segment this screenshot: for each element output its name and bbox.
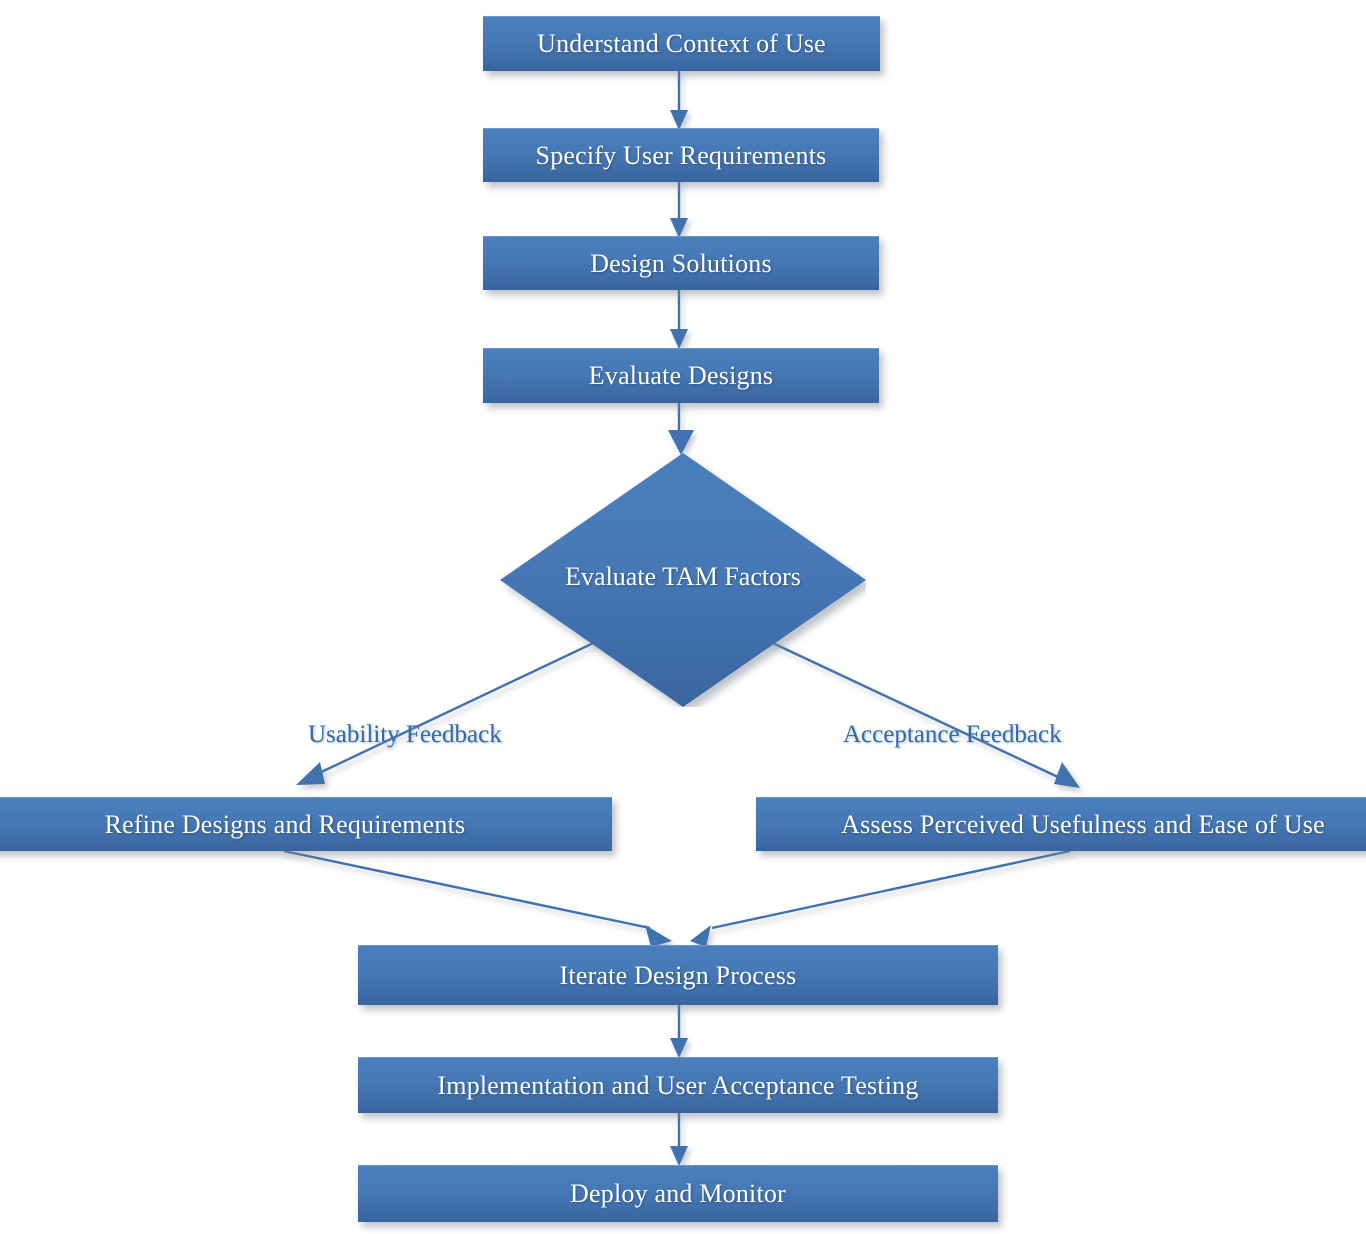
node-label: Iterate Design Process [559,960,797,990]
node-refine-designs-and-requirements[interactable]: Refine Designs and Requirements [0,797,612,851]
node-understand-context-of-use[interactable]: Understand Context of Use [483,16,880,71]
node-label: Assess Perceived Usefulness and Ease of … [841,809,1325,839]
node-label: Implementation and User Acceptance Testi… [437,1070,919,1100]
connector-iterate-to-implementation [670,1005,688,1058]
node-label: Design Solutions [590,248,772,278]
connector-understand-to-specify [670,70,688,130]
node-label: Evaluate TAM Factors [565,562,801,591]
flowchart-canvas: Understand Context of Use Specify User R… [0,0,1366,1234]
connector-design-to-evaluate [670,289,688,349]
connector-refine-to-iterate [283,849,672,947]
node-label: Specify User Requirements [535,140,827,170]
connector-implementation-to-deploy [670,1113,688,1166]
node-assess-perceived-usefulness-and-ease-of-use[interactable]: Assess Perceived Usefulness and Ease of … [756,797,1366,851]
node-deploy-and-monitor[interactable]: Deploy and Monitor [358,1165,998,1222]
node-label: Understand Context of Use [537,29,826,58]
connector-specify-to-design [670,181,688,238]
edge-label-text: Usability Feedback [308,721,502,748]
node-iterate-design-process[interactable]: Iterate Design Process [358,945,998,1005]
node-design-solutions[interactable]: Design Solutions [483,236,879,290]
connector-evaluate-to-tam [668,402,694,455]
node-implementation-and-user-acceptance-testing[interactable]: Implementation and User Acceptance Testi… [358,1057,998,1113]
node-label: Deploy and Monitor [570,1179,786,1208]
node-evaluate-designs[interactable]: Evaluate Designs [483,348,879,403]
node-label: Refine Designs and Requirements [104,809,466,839]
node-evaluate-tam-factors[interactable]: Evaluate TAM Factors [500,453,866,707]
edge-label-usability-feedback: Usability Feedback [308,721,502,749]
connector-assess-to-iterate [690,849,1071,947]
edge-label-acceptance-feedback: Acceptance Feedback [843,721,1062,749]
edge-label-text: Acceptance Feedback [843,721,1062,748]
node-specify-user-requirements[interactable]: Specify User Requirements [483,128,879,182]
node-label: Evaluate Designs [588,361,774,390]
